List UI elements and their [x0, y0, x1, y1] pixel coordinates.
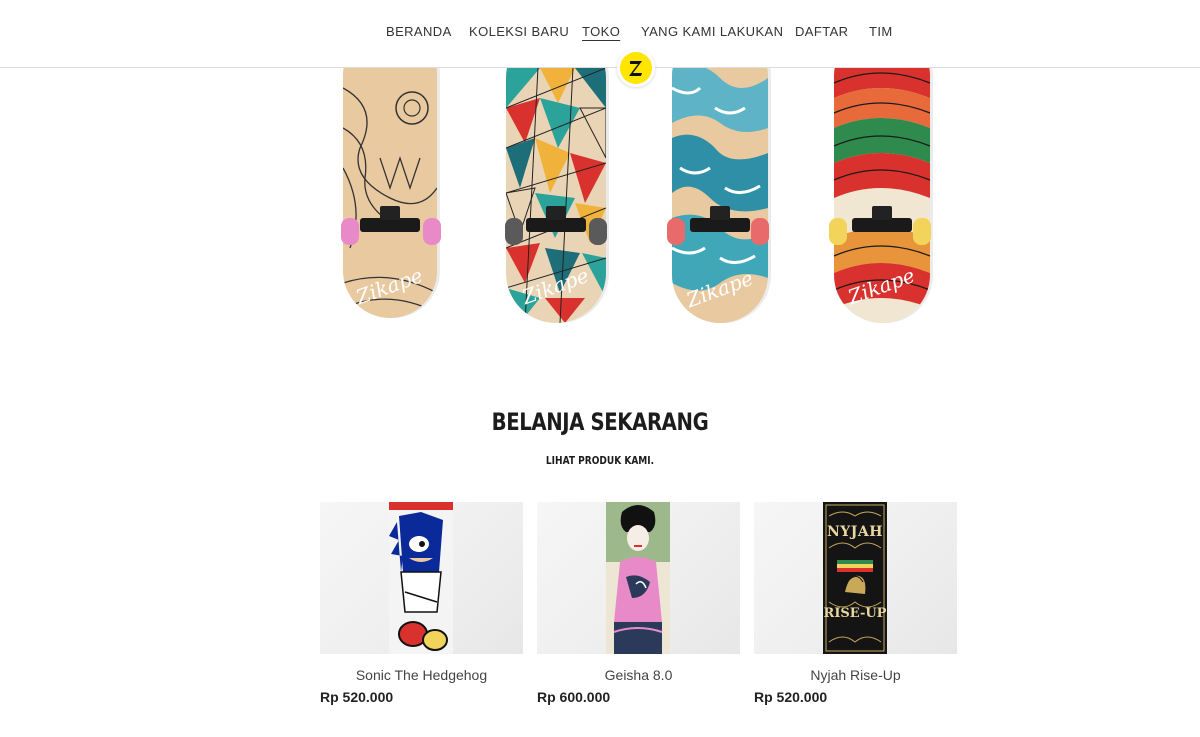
- hero-skateboards: Zikape Zikape Zikape Zikape: [320, 68, 960, 338]
- nav-item-beranda[interactable]: BERANDA: [386, 24, 452, 39]
- main-nav: BERANDA KOLEKSI BARU TOKO YANG KAMI LAKU…: [0, 24, 1200, 44]
- sonic-deck-graphic: [389, 502, 453, 654]
- nyjah-deck-subtitle: RISE-UP: [823, 606, 887, 621]
- hero-deck-2: Zikape: [505, 68, 609, 323]
- top-navigation-bar: BERANDA KOLEKSI BARU TOKO YANG KAMI LAKU…: [0, 0, 1200, 68]
- hero-deck-1: Zikape: [341, 68, 441, 318]
- product-image-nyjah[interactable]: NYJAH RISE-UP: [754, 502, 957, 654]
- nav-item-yang-kami-lakukan[interactable]: YANG KAMI LAKUKAN: [641, 24, 783, 39]
- nav-item-tim[interactable]: TIM: [869, 24, 893, 39]
- product-name[interactable]: Sonic The Hedgehog: [320, 667, 523, 683]
- hero-deck-3: Zikape: [667, 68, 771, 323]
- section-subtitle: LIHAT PRODUK KAMI.: [545, 454, 655, 467]
- z-logo-icon: [620, 52, 652, 84]
- section-title: BELANJA SEKARANG: [491, 408, 709, 436]
- hero-decks-illustration: Zikape Zikape Zikape Zikape: [341, 68, 933, 323]
- nyjah-deck-title: NYJAH: [826, 524, 883, 540]
- nav-item-koleksi-baru[interactable]: KOLEKSI BARU: [469, 24, 569, 39]
- product-card[interactable]: Geisha 8.0 Rp 600.000: [537, 502, 740, 705]
- hero-deck-4: Zikape: [829, 68, 933, 323]
- product-price: Rp 520.000: [320, 689, 394, 705]
- nav-item-daftar[interactable]: DAFTAR: [795, 24, 848, 39]
- product-name[interactable]: Geisha 8.0: [537, 667, 740, 683]
- product-price: Rp 520.000: [754, 689, 828, 705]
- product-card[interactable]: Sonic The Hedgehog Rp 520.000: [320, 502, 523, 705]
- geisha-deck-graphic: [606, 502, 670, 654]
- nav-item-toko[interactable]: TOKO: [582, 24, 620, 39]
- product-price: Rp 600.000: [537, 689, 611, 705]
- product-image-geisha[interactable]: [537, 502, 740, 654]
- product-image-sonic[interactable]: [320, 502, 523, 654]
- brand-logo[interactable]: [617, 49, 655, 87]
- product-name[interactable]: Nyjah Rise-Up: [754, 667, 957, 683]
- product-card[interactable]: NYJAH RISE-UP Nyjah Rise-Up Rp 520.000: [754, 502, 957, 705]
